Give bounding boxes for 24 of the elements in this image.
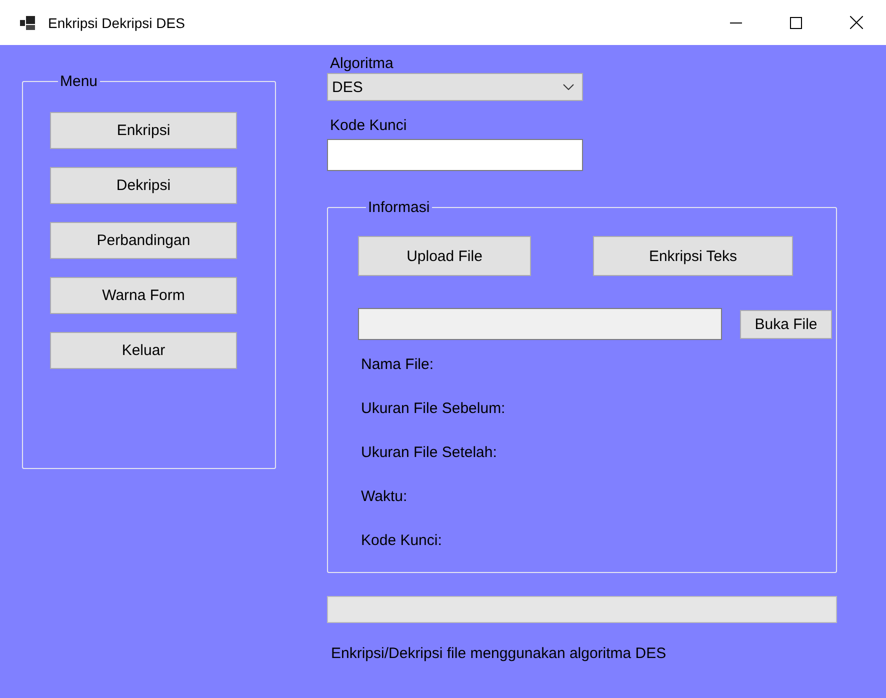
algorithm-dropdown[interactable]: DES xyxy=(327,73,583,101)
input-field[interactable] xyxy=(327,139,583,171)
action-button[interactable]: Enkripsi Teks xyxy=(593,236,793,276)
info-label: Ukuran File Setelah: xyxy=(361,443,498,462)
open-button[interactable]: Buka File xyxy=(740,310,832,338)
input-field[interactable] xyxy=(358,308,722,340)
group-title: Menu xyxy=(59,73,99,90)
field-label: Kode Kunci xyxy=(330,117,408,135)
info-label: Nama File: xyxy=(361,355,435,374)
menu-button[interactable]: Warna Form xyxy=(50,277,237,314)
info-label: Ukuran File Sebelum: xyxy=(361,399,506,418)
menu-button[interactable]: Dekripsi xyxy=(50,167,237,204)
group-title: Informasi xyxy=(367,199,431,216)
info-label: Kode Kunci: xyxy=(361,531,443,550)
chevron-down-icon xyxy=(563,84,574,90)
menu-button[interactable]: Enkripsi xyxy=(50,112,237,149)
window-title: Enkripsi Dekripsi DES xyxy=(48,14,186,30)
field-label: Algoritma xyxy=(330,55,394,73)
app-icon xyxy=(20,16,36,30)
info-label: Waktu: xyxy=(361,487,408,506)
action-button[interactable]: Upload File xyxy=(358,236,531,276)
menu-button[interactable]: Perbandingan xyxy=(50,222,237,259)
menu-button[interactable]: Keluar xyxy=(50,332,237,369)
status-text: Enkripsi/Dekripsi file menggunakan algoritma DES xyxy=(331,645,668,662)
